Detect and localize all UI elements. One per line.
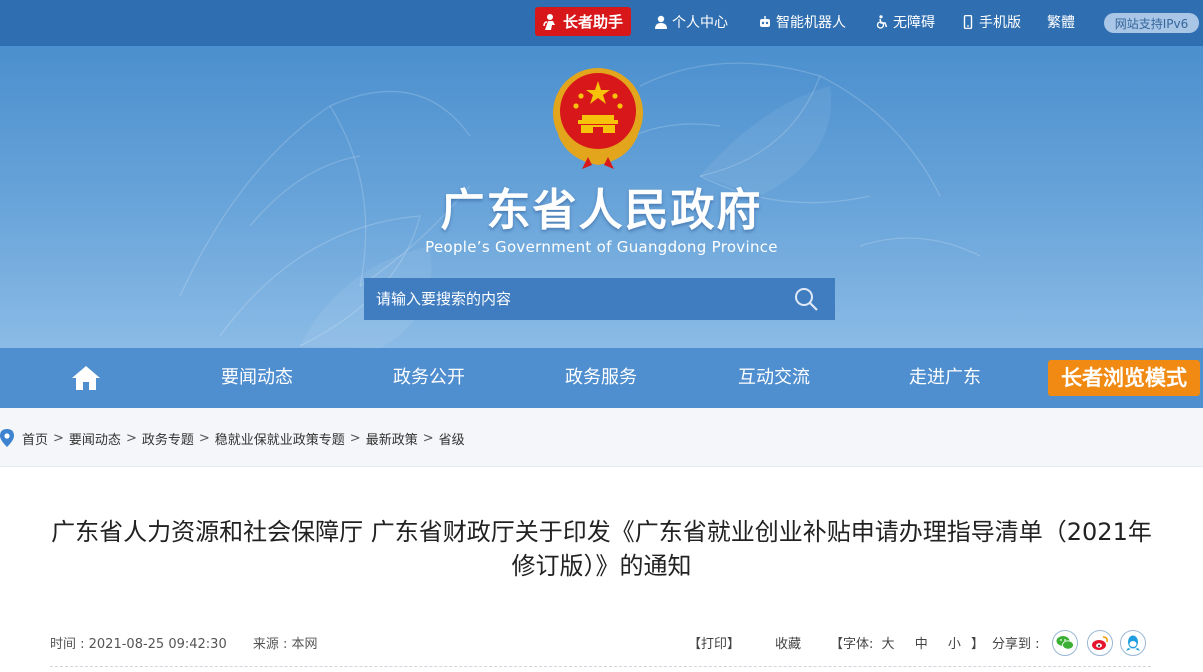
nav-item-services[interactable]: 政务服务 <box>565 348 637 408</box>
breadcrumb-item-provincial[interactable]: 省级 <box>439 429 465 448</box>
traditional-label: 繁體 <box>1047 15 1075 31</box>
elder-helper-label: 长者助手 <box>563 13 624 31</box>
article-title: 广东省人力资源和社会保障厅 广东省财政厅关于印发《广东省就业创业补贴申请办理指导… <box>30 515 1173 583</box>
user-icon <box>655 15 667 29</box>
article-title-line-1: 广东省人力资源和社会保障厅 广东省财政厅关于印发《广东省就业创业补贴申请办理指导… <box>51 518 1152 546</box>
search-icon <box>795 288 818 311</box>
national-emblem-logo <box>553 68 643 169</box>
share-weibo-button[interactable] <box>1087 630 1113 656</box>
home-button[interactable] <box>68 362 104 394</box>
location-pin-icon <box>0 429 14 447</box>
breadcrumb-separator: > <box>349 430 361 446</box>
accessibility-link[interactable]: 无障碍 <box>875 12 935 32</box>
robot-link[interactable]: 智能机器人 <box>758 12 846 32</box>
breadcrumb-item-news[interactable]: 要闻动态 <box>69 429 121 448</box>
breadcrumb-item-home[interactable]: 首页 <box>22 429 48 448</box>
traditional-chinese-link[interactable]: 繁體 <box>1047 12 1075 32</box>
nav-item-gov-affairs[interactable]: 政务公开 <box>393 348 465 408</box>
breadcrumb-item-topics[interactable]: 政务专题 <box>142 429 194 448</box>
font-medium-button[interactable]: 中 <box>915 637 928 652</box>
breadcrumb-item-latest-policy[interactable]: 最新政策 <box>366 429 418 448</box>
favorite-button[interactable]: 收藏 <box>775 633 801 652</box>
qq-icon <box>1126 635 1140 651</box>
article-source: 来源 : 本网 <box>252 637 318 652</box>
mobile-link[interactable]: 手机版 <box>961 12 1021 32</box>
elder-mode-button[interactable]: 长者浏览模式 <box>1048 360 1200 396</box>
phone-icon <box>963 15 973 29</box>
font-size-label: 【字体: <box>830 637 874 652</box>
print-button[interactable]: 【打印】 <box>688 633 740 652</box>
search-button[interactable] <box>777 278 835 320</box>
breadcrumb: 首页 > 要闻动态 > 政务专题 > 稳就业保就业政策专题 > 最新政策 > 省… <box>0 424 465 452</box>
article-meta: 时间 : 2021-08-25 09:42:30 来源 : 本网 <box>50 633 340 652</box>
mobile-label: 手机版 <box>979 15 1021 31</box>
breadcrumb-item-employment-topic[interactable]: 稳就业保就业政策专题 <box>215 429 345 448</box>
article-divider <box>50 666 1151 667</box>
main-nav: 要闻动态 政务公开 政务服务 互动交流 走进广东 <box>0 348 1203 408</box>
breadcrumb-separator: > <box>198 430 210 446</box>
font-size-close: 】 <box>971 637 985 652</box>
robot-icon <box>760 16 770 27</box>
wechat-icon <box>1056 636 1074 650</box>
article-title-line-2: 修订版）》的通知 <box>511 552 692 580</box>
personal-center-label: 个人中心 <box>672 15 728 31</box>
robot-label: 智能机器人 <box>776 15 846 31</box>
share-qq-button[interactable] <box>1120 630 1146 656</box>
search-input[interactable] <box>364 278 777 320</box>
font-small-button[interactable]: 小 <box>948 637 961 652</box>
search-box <box>364 278 835 320</box>
site-subtitle: People’s Government of Guangdong Provinc… <box>425 238 778 256</box>
ipv6-badge: 网站支持IPv6 <box>1104 13 1199 33</box>
font-size-controls: 【字体: 大 中 小 】 <box>830 633 984 652</box>
font-large-button[interactable]: 大 <box>882 637 895 652</box>
share-wechat-button[interactable] <box>1052 630 1078 656</box>
article-panel: 广东省人力资源和社会保障厅 广东省财政厅关于印发《广东省就业创业补贴申请办理指导… <box>0 466 1203 672</box>
home-icon <box>72 366 100 390</box>
nav-item-news[interactable]: 要闻动态 <box>221 348 293 408</box>
breadcrumb-separator: > <box>125 430 137 446</box>
header-banner: 广东省人民政府 People’s Government of Guangdong… <box>0 46 1203 348</box>
wheelchair-icon <box>876 15 888 29</box>
breadcrumb-separator: > <box>422 430 434 446</box>
elder-helper-button[interactable]: 长者助手 <box>535 7 631 36</box>
publish-time: 时间 : 2021-08-25 09:42:30 <box>50 637 227 652</box>
nav-item-interaction[interactable]: 互动交流 <box>738 348 810 408</box>
top-utility-bar: 长者助手 个人中心 智能机器人 无障碍 手机版 繁體 网站支持IPv6 <box>0 0 1203 46</box>
accessibility-label: 无障碍 <box>893 15 935 31</box>
breadcrumb-separator: > <box>53 430 64 446</box>
elder-helper-icon <box>543 13 555 30</box>
weibo-icon <box>1092 636 1108 650</box>
personal-center-link[interactable]: 个人中心 <box>654 12 728 32</box>
share-label: 分享到 : <box>992 637 1040 652</box>
nav-item-about-guangdong[interactable]: 走进广东 <box>909 348 981 408</box>
site-title: 广东省人民政府 <box>440 185 763 236</box>
